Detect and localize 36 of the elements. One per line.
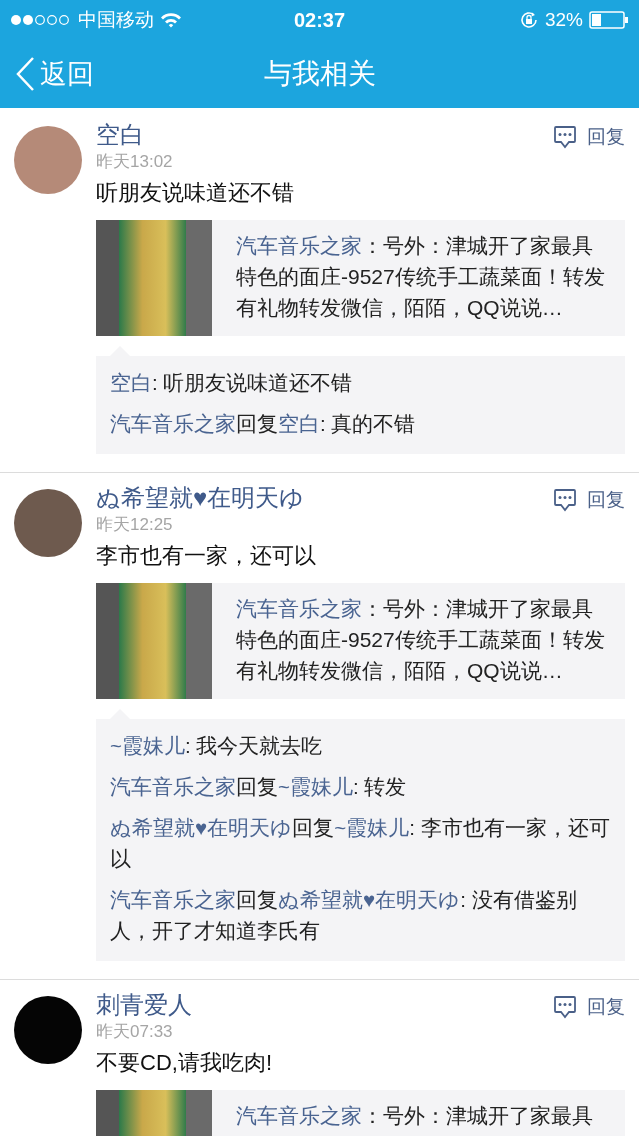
reply-button[interactable]: 回复 — [553, 990, 625, 1020]
battery-percentage: 32% — [544, 9, 583, 31]
speech-bubble-icon — [553, 995, 577, 1019]
post-text: 听朋友说味道还不错 — [96, 179, 295, 207]
post-text: 不要CD,请我吃肉! — [96, 1049, 273, 1077]
author-name[interactable]: 空白 — [96, 120, 144, 150]
shared-post-card[interactable]: 汽车音乐之家：号外：津城开了家最具特色的面庄-9527传统手工蔬菜面！转发有礼物转发微信，陌陌，QQ说说… — [96, 220, 625, 336]
rotation-lock-icon — [518, 10, 539, 30]
reply-button[interactable]: 回复 — [553, 120, 625, 150]
shared-post-text: 汽车音乐之家：号外：津城开了家最具 — [235, 1103, 594, 1129]
comment-text: 汽车音乐之家回复ぬ希望就♥在明天ゆ: 没有借鉴别人，开了才知道李氏有 — [110, 887, 578, 944]
comment-text: 汽车音乐之家回复~霞妹儿: 转发 — [110, 774, 408, 800]
page-title: 与我相关 — [263, 57, 376, 91]
chevron-left-icon — [14, 56, 36, 92]
post-time: 昨天07:33 — [96, 1021, 174, 1043]
shared-post-text: 汽车音乐之家：号外：津城开了家最具特色的面庄-9527传统手工蔬菜面！转发有礼物转发微信，陌陌，QQ说说… — [235, 596, 606, 684]
wifi-icon — [160, 12, 182, 28]
clock-time: 02:37 — [293, 8, 346, 32]
carrier-name: 中国移动 — [78, 8, 154, 32]
author-name[interactable]: ぬ希望就♥在明天ゆ — [96, 483, 305, 513]
reply-button[interactable]: 回复 — [553, 483, 625, 513]
speech-bubble-icon — [553, 488, 577, 512]
shared-post-card[interactable]: 汽车音乐之家：号外：津城开了家最具特色的面庄-9527传统手工蔬菜面！转发有礼物转发微信，陌陌，QQ说说… — [96, 583, 625, 699]
comment-text: 汽车音乐之家回复空白: 真的不错 — [110, 411, 417, 437]
battery-icon — [589, 11, 629, 29]
shared-post-card[interactable]: 汽车音乐之家：号外：津城开了家最具 — [96, 1090, 625, 1136]
comment-text: ぬ希望就♥在明天ゆ回复~霞妹儿: 李市也有一家，还可以 — [110, 815, 611, 872]
speech-bubble-icon — [553, 125, 577, 149]
signal-strength-icon — [10, 14, 72, 26]
post-time: 昨天13:02 — [96, 151, 174, 173]
post-time: 昨天12:25 — [96, 514, 174, 536]
post-text: 李市也有一家，还可以 — [96, 542, 317, 570]
comment-text: ~霞妹儿: 我今天就去吃 — [110, 733, 324, 759]
author-name[interactable]: 刺青爱人 — [96, 990, 192, 1020]
shared-post-text: 汽车音乐之家：号外：津城开了家最具特色的面庄-9527传统手工蔬菜面！转发有礼物转发微信，陌陌，QQ说说… — [235, 233, 606, 321]
comment-text: 空白: 听朋友说味道还不错 — [110, 370, 354, 396]
